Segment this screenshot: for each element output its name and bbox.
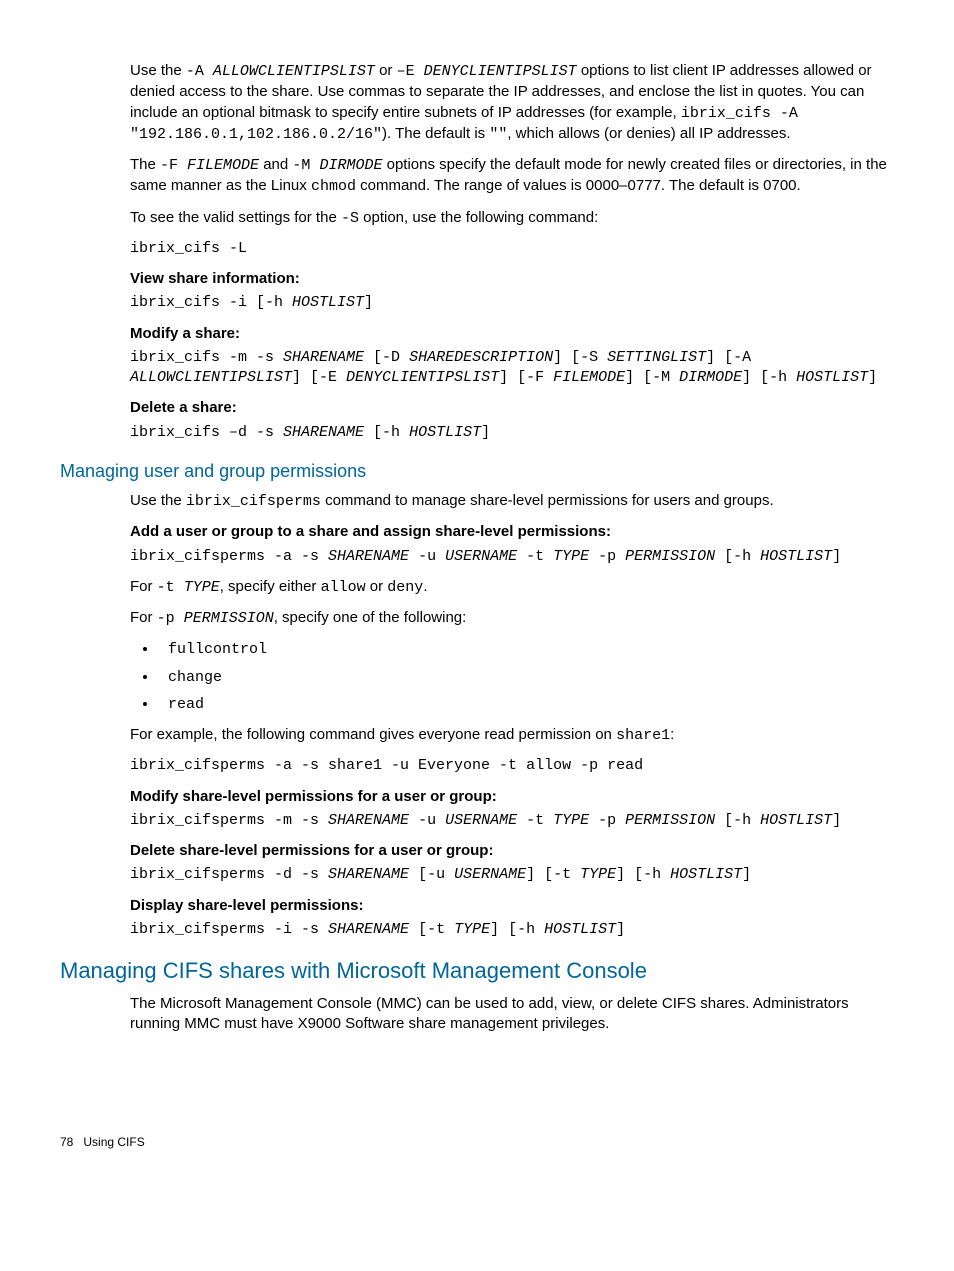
heading-delete-share: Delete a share: [130, 398, 894, 418]
list-item: change [158, 667, 894, 688]
page-number: 78 [60, 1135, 73, 1149]
footer-title: Using CIFS [83, 1135, 144, 1149]
heading-display-perms: Display share-level permissions: [130, 896, 894, 916]
list-item: read [158, 694, 894, 715]
paragraph-filemode: The -F FILEMODE and -M DIRMODE options s… [130, 155, 894, 198]
heading-delete-perms: Delete share-level permissions for a use… [130, 841, 894, 861]
paragraph-type: For -t TYPE, specify either allow or den… [130, 577, 894, 598]
permission-list: fullcontrol change read [130, 639, 894, 715]
cmd-example: ibrix_cifsperms -a -s share1 -u Everyone… [130, 756, 894, 776]
cmd-list-settings: ibrix_cifs -L [130, 239, 894, 259]
heading-mmc: Managing CIFS shares with Microsoft Mana… [60, 956, 894, 986]
page-footer: 78 Using CIFS [60, 1134, 894, 1150]
paragraph-example: For example, the following command gives… [130, 725, 894, 746]
heading-managing-permissions: Managing user and group permissions [60, 459, 894, 483]
cmd-display-perms: ibrix_cifsperms -i -s SHARENAME [-t TYPE… [130, 920, 894, 940]
heading-modify-share: Modify a share: [130, 324, 894, 344]
paragraph-allow-deny: Use the -A ALLOWCLIENTIPSLIST or –E DENY… [130, 61, 894, 145]
heading-modify-perms: Modify share-level permissions for a use… [130, 787, 894, 807]
cmd-add-perms: ibrix_cifsperms -a -s SHARENAME -u USERN… [130, 547, 894, 567]
heading-view-share: View share information: [130, 269, 894, 289]
paragraph-valid-settings: To see the valid settings for the -S opt… [130, 208, 894, 229]
heading-add-user: Add a user or group to a share and assig… [130, 522, 894, 542]
paragraph-permission: For -p PERMISSION, specify one of the fo… [130, 608, 894, 629]
cmd-modify-perms: ibrix_cifsperms -m -s SHARENAME -u USERN… [130, 811, 894, 831]
cmd-delete-perms: ibrix_cifsperms -d -s SHARENAME [-u USER… [130, 865, 894, 885]
paragraph-mmc: The Microsoft Management Console (MMC) c… [130, 994, 894, 1035]
cmd-view-share: ibrix_cifs -i [-h HOSTLIST] [130, 293, 894, 313]
list-item: fullcontrol [158, 639, 894, 660]
cmd-modify-share: ibrix_cifs -m -s SHARENAME [-D SHAREDESC… [130, 348, 894, 389]
cmd-delete-share: ibrix_cifs –d -s SHARENAME [-h HOSTLIST] [130, 423, 894, 443]
paragraph-cifsperms: Use the ibrix_cifsperms command to manag… [130, 491, 894, 512]
